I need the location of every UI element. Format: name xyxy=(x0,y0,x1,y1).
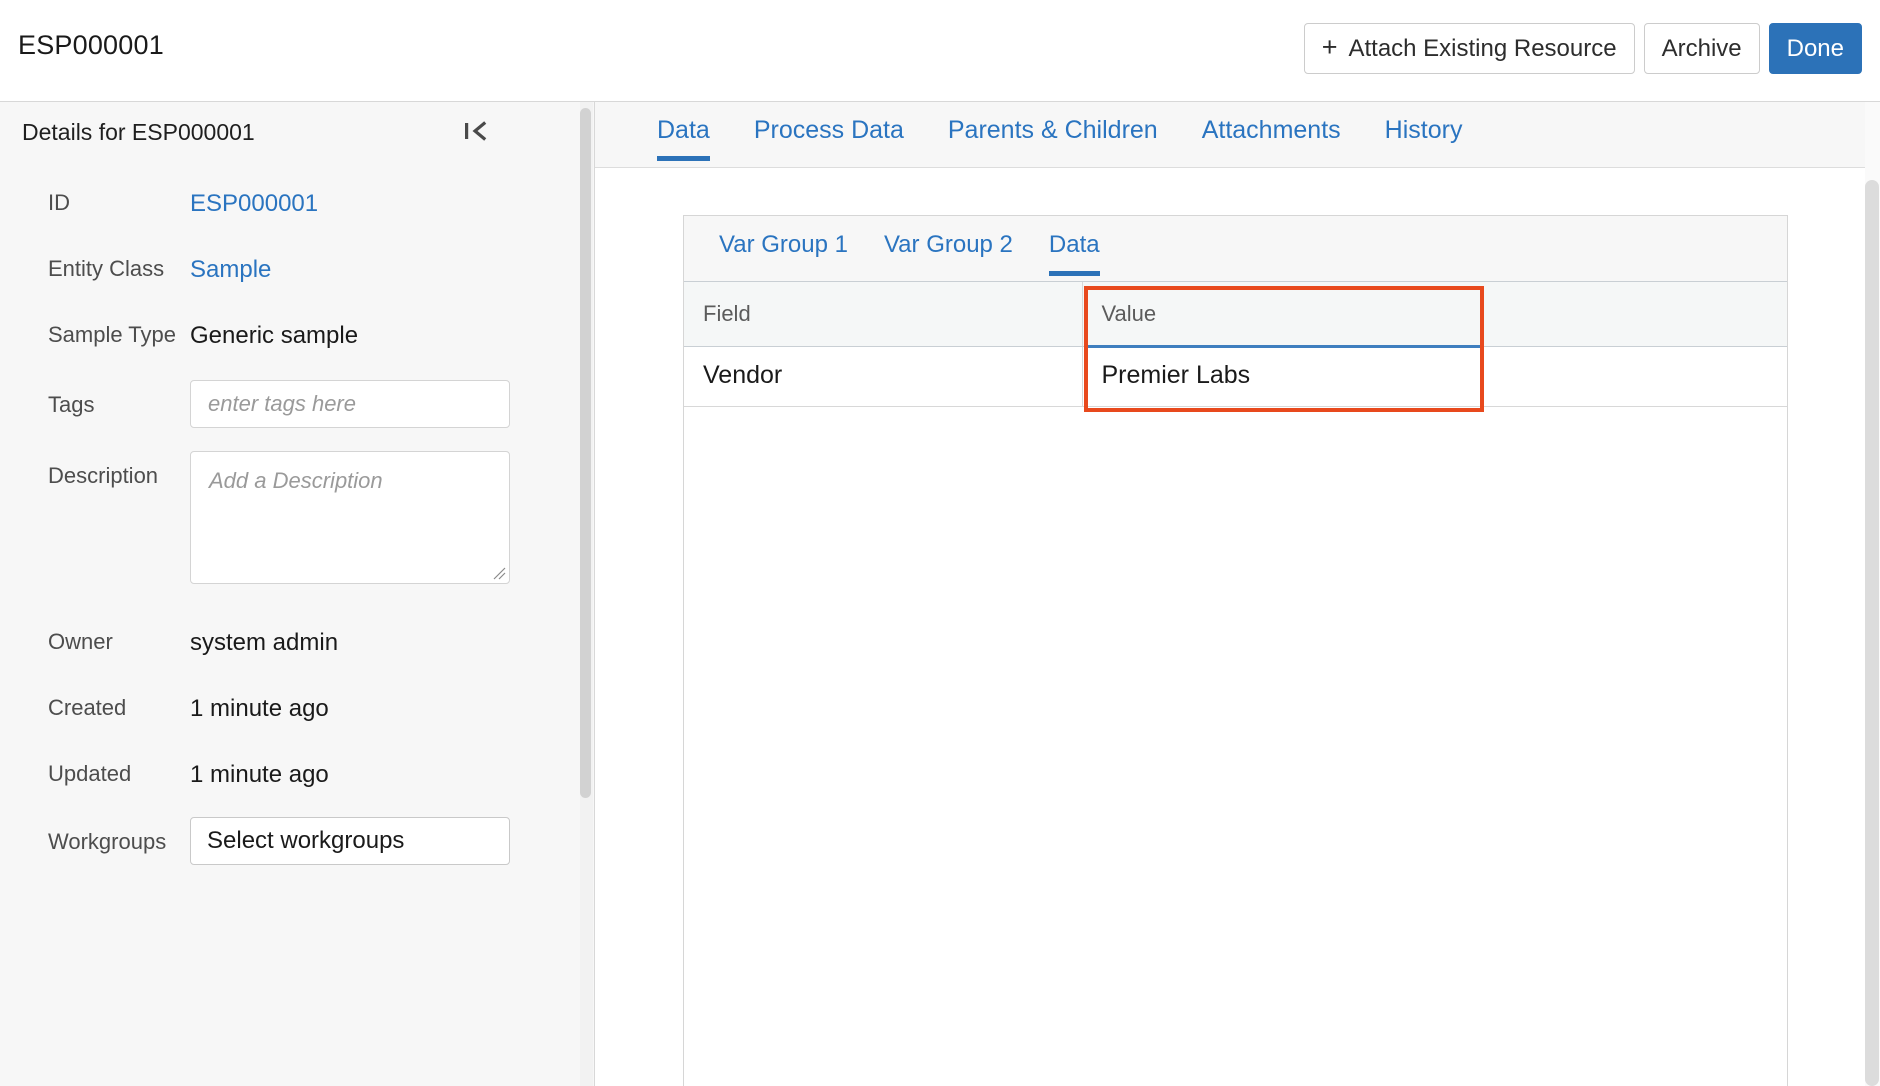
field-label-owner: Owner xyxy=(48,629,113,654)
tab-attachments-label: Attachments xyxy=(1201,116,1341,144)
plus-icon: + xyxy=(1321,32,1338,62)
inner-tab-var-group-2[interactable]: Var Group 2 xyxy=(866,216,1031,275)
field-row-workgroups: Workgroups Select workgroups xyxy=(0,817,582,865)
details-sidebar: Details for ESP000001 ID ESP000001 Entit… xyxy=(0,102,595,1086)
tab-parents-and-children-label: Parents & Children xyxy=(947,116,1158,144)
tab-data-label: Data xyxy=(657,116,710,144)
field-row-sample-type: Sample Type Generic sample xyxy=(0,324,582,348)
top-header-bar: ESP000001 + Attach Existing Resource Arc… xyxy=(0,0,1880,102)
details-field-list: ID ESP000001 Entity Class Sample Sample … xyxy=(0,158,582,865)
field-row-owner: Owner system admin xyxy=(0,631,582,655)
done-button[interactable]: Done xyxy=(1768,23,1862,74)
field-row-updated: Updated 1 minute ago xyxy=(0,763,582,787)
tab-attachments[interactable]: Attachments xyxy=(1180,102,1363,161)
field-label-workgroups: Workgroups xyxy=(48,829,167,854)
tab-parents-and-children[interactable]: Parents & Children xyxy=(926,102,1180,161)
page-title: ESP000001 xyxy=(18,30,164,60)
field-value-updated: 1 minute ago xyxy=(190,761,329,788)
archive-button[interactable]: Archive xyxy=(1643,23,1760,74)
var-group-tab-bar: Var Group 1 Var Group 2 Data xyxy=(684,216,1787,282)
field-row-id: ID ESP000001 xyxy=(0,192,582,216)
field-value-entity-class[interactable]: Sample xyxy=(190,258,271,282)
archive-label: Archive xyxy=(1661,34,1742,62)
table-head: Field Value xyxy=(684,282,1787,347)
description-textarea[interactable]: Add a Description xyxy=(190,451,510,584)
column-header-field[interactable]: Field xyxy=(684,282,1083,347)
main-content: Data Process Data Parents & Children Att… xyxy=(595,102,1880,1086)
sidebar-scrollbar-track[interactable] xyxy=(580,102,593,1086)
table-header-row: Field Value xyxy=(684,282,1787,347)
attach-existing-resource-button[interactable]: + Attach Existing Resource xyxy=(1303,23,1635,74)
column-header-value[interactable]: Value xyxy=(1082,282,1787,347)
field-label-id: ID xyxy=(48,190,70,215)
application-window: ESP000001 + Attach Existing Resource Arc… xyxy=(0,0,1880,1086)
field-label-sample-type: Sample Type xyxy=(48,322,177,347)
table-row[interactable]: Vendor Premier Labs xyxy=(684,346,1787,407)
inner-tab-var-group-1[interactable]: Var Group 1 xyxy=(701,216,866,275)
field-row-entity-class: Entity Class Sample xyxy=(0,258,582,282)
tab-data[interactable]: Data xyxy=(635,102,732,161)
workgroups-select-value: Select workgroups xyxy=(207,827,405,854)
main-tab-bar: Data Process Data Parents & Children Att… xyxy=(595,102,1865,168)
attach-existing-resource-label: Attach Existing Resource xyxy=(1348,34,1617,62)
field-value-sample-type: Generic sample xyxy=(190,322,359,349)
field-value-id[interactable]: ESP000001 xyxy=(190,192,318,216)
tab-history-label: History xyxy=(1384,116,1463,144)
content-scrollbar-thumb[interactable] xyxy=(1865,180,1879,1086)
tab-history[interactable]: History xyxy=(1363,102,1485,161)
description-placeholder: Add a Description xyxy=(209,468,383,493)
cell-field-value[interactable]: Premier Labs xyxy=(1082,346,1787,407)
inner-tab-data[interactable]: Data xyxy=(1031,216,1118,276)
field-value-owner: system admin xyxy=(190,629,339,656)
field-value-created: 1 minute ago xyxy=(190,695,329,722)
field-row-description: Description Add a Description xyxy=(0,451,582,584)
value-column-underline xyxy=(1088,345,1480,348)
field-row-created: Created 1 minute ago xyxy=(0,697,582,721)
inner-tab-var-group-1-label: Var Group 1 xyxy=(719,231,848,258)
tab-process-data-label: Process Data xyxy=(753,116,904,144)
sidebar-header: Details for ESP000001 xyxy=(0,102,582,158)
tags-input[interactable]: enter tags here xyxy=(190,380,510,428)
field-label-created: Created xyxy=(48,695,127,720)
tags-placeholder: enter tags here xyxy=(208,391,356,416)
field-row-tags: Tags enter tags here xyxy=(0,380,582,428)
inner-tab-data-label: Data xyxy=(1048,231,1100,258)
inner-tab-var-group-2-label: Var Group 2 xyxy=(883,231,1013,258)
field-label-description: Description xyxy=(48,463,159,488)
tab-process-data[interactable]: Process Data xyxy=(732,102,926,161)
done-label: Done xyxy=(1786,34,1844,62)
sidebar-title: Details for ESP000001 xyxy=(22,119,255,145)
cell-field-name: Vendor xyxy=(684,346,1083,407)
content-scrollbar-track[interactable] xyxy=(1865,102,1880,1086)
field-label-updated: Updated xyxy=(48,761,132,786)
sidebar-scrollbar-thumb[interactable] xyxy=(580,108,591,798)
field-label-tags: Tags xyxy=(48,392,95,417)
table-body: Vendor Premier Labs xyxy=(684,346,1787,407)
resize-grip-icon[interactable] xyxy=(492,566,506,580)
header-actions: + Attach Existing Resource Archive Done xyxy=(1303,23,1862,74)
workgroups-select[interactable]: Select workgroups xyxy=(190,817,510,865)
collapse-panel-icon[interactable] xyxy=(462,118,490,144)
field-label-entity-class: Entity Class xyxy=(48,256,165,281)
